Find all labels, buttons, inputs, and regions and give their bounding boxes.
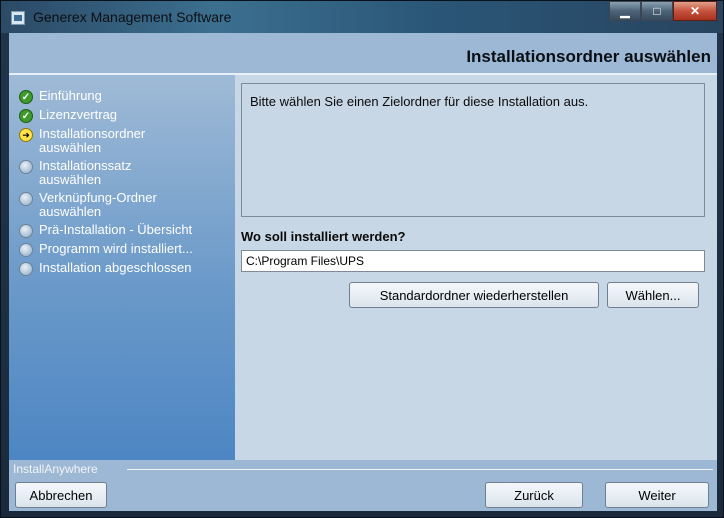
step-item-lizenzvertrag: Lizenzvertrag (19, 108, 229, 123)
app-icon (11, 11, 25, 25)
step-item-einfuehrung: Einführung (19, 89, 229, 104)
step-item-programm: Programm wird installiert... (19, 242, 229, 257)
steps-sidebar: Einführung Lizenzvertrag Installationsor… (9, 75, 235, 460)
step-label: Programm wird installiert... (39, 241, 193, 256)
empty-circle-icon (19, 160, 33, 174)
step-label: Installationssatz auswählen (39, 158, 132, 187)
footer-divider (127, 469, 713, 470)
minimize-button[interactable]: ▁ (609, 1, 641, 21)
step-label: Installation abgeschlossen (39, 260, 192, 275)
title-bar[interactable]: Generex Management Software ▁ □ ✕ (1, 1, 723, 33)
empty-circle-icon (19, 192, 33, 206)
empty-circle-icon (19, 224, 33, 238)
window-title: Generex Management Software (33, 9, 232, 25)
info-text: Bitte wählen Sie einen Zielordner für di… (250, 94, 589, 109)
step-item-praeinstallation: Prä-Installation - Übersicht (19, 223, 229, 238)
close-button[interactable]: ✕ (673, 1, 717, 21)
page-header: Installationsordner auswählen (9, 33, 717, 73)
empty-circle-icon (19, 243, 33, 257)
minimize-icon: ▁ (620, 4, 630, 18)
page-title: Installationsordner auswählen (466, 47, 711, 66)
install-location-label: Wo soll installiert werden? (241, 229, 406, 244)
installer-frame: Installationsordner auswählen Einführung… (9, 33, 717, 511)
step-label: Lizenzvertrag (39, 107, 118, 122)
next-button[interactable]: Weiter (605, 482, 709, 508)
install-path-input[interactable] (241, 250, 705, 272)
step-label: Einführung (39, 88, 102, 103)
window-controls: ▁ □ ✕ (609, 1, 717, 23)
restore-default-button[interactable]: Standardordner wiederherstellen (349, 282, 599, 308)
step-label: Installationsordner auswählen (39, 126, 146, 155)
empty-circle-icon (19, 262, 33, 276)
step-label: Verknüpfung-Ordner auswählen (39, 190, 157, 219)
step-item-installationssatz: Installationssatz auswählen (19, 159, 229, 187)
arrow-circle-icon (19, 128, 33, 142)
step-label: Prä-Installation - Übersicht (39, 222, 193, 237)
cancel-button[interactable]: Abbrechen (15, 482, 107, 508)
close-icon: ✕ (689, 4, 701, 18)
check-circle-icon (19, 90, 33, 104)
choose-folder-button[interactable]: Wählen... (607, 282, 699, 308)
maximize-icon: □ (653, 4, 661, 18)
steps-list: Einführung Lizenzvertrag Installationsor… (19, 89, 229, 280)
maximize-button[interactable]: □ (641, 1, 673, 21)
installer-window: Generex Management Software ▁ □ ✕ Instal… (0, 0, 724, 518)
info-box: Bitte wählen Sie einen Zielordner für di… (241, 83, 705, 217)
main-content: Bitte wählen Sie einen Zielordner für di… (235, 75, 717, 460)
back-button[interactable]: Zurück (485, 482, 583, 508)
step-item-verknuepfung: Verknüpfung-Ordner auswählen (19, 191, 229, 219)
check-circle-icon (19, 109, 33, 123)
footer: InstallAnywhere Abbrechen Zurück Weiter (9, 460, 717, 511)
step-item-installationsordner: Installationsordner auswählen (19, 127, 229, 155)
brand-label: InstallAnywhere (13, 462, 98, 476)
step-item-abgeschlossen: Installation abgeschlossen (19, 261, 229, 276)
